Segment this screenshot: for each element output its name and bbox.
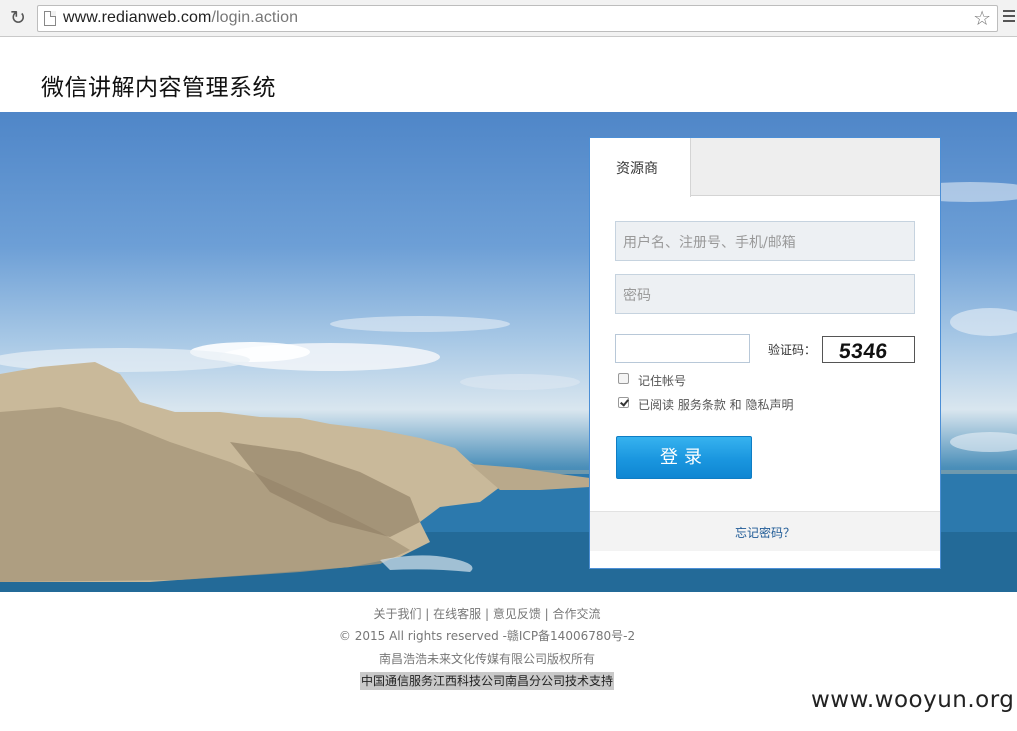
remember-label: 记住帐号 (638, 374, 687, 388)
address-bar[interactable]: www.redianweb.com/login.action ☆ (37, 5, 998, 32)
footer-support: 中国通信服务江西科技公司南昌分公司技术支持 (359, 672, 614, 690)
remember-checkbox[interactable] (618, 373, 629, 384)
page-title: 微信讲解内容管理系统 (41, 75, 276, 101)
url-host: www.redianweb.com (63, 9, 212, 26)
login-button[interactable]: 登录 (616, 436, 752, 479)
footer-links[interactable]: 关于我们 | 在线客服 | 意见反馈 | 合作交流 (0, 605, 974, 622)
tab-supplier[interactable]: 资源商 (590, 138, 691, 197)
agree-checkbox[interactable] (618, 397, 629, 408)
login-panel: 资源商 用户名、注册号、手机/邮箱 密码 验证码： 5346 记住帐号 已阅读 … (589, 137, 941, 569)
captcha-input[interactable] (615, 334, 750, 363)
url-path: /login.action (211, 9, 299, 26)
menu-icon[interactable] (1003, 10, 1015, 24)
browser-toolbar: ↻ www.redianweb.com/login.action ☆ (0, 0, 1017, 37)
reload-icon[interactable]: ↻ (8, 8, 28, 28)
footer-company: 南昌浩浩未来文化传媒有限公司版权所有 (378, 652, 595, 666)
password-input[interactable]: 密码 (615, 274, 915, 314)
captcha-label: 验证码： (768, 343, 817, 357)
username-input[interactable]: 用户名、注册号、手机/邮箱 (615, 221, 915, 261)
forgot-password-link[interactable]: 忘记密码？ (735, 524, 795, 541)
captcha-code: 5346 (837, 340, 889, 363)
footer-copyright: © 2015 All rights reserved -赣ICP备1400678… (338, 629, 636, 643)
captcha-image[interactable]: 5346 (822, 336, 915, 363)
page-icon (44, 11, 56, 26)
login-tab-bar: 资源商 (590, 138, 940, 197)
agree-label[interactable]: 已阅读 服务条款 和 隐私声明 (638, 396, 793, 413)
login-panel-footer: 忘记密码？ (590, 511, 940, 551)
star-icon[interactable]: ☆ (973, 7, 991, 29)
url-text: www.redianweb.com/login.action (63, 9, 298, 27)
watermark: www.wooyun.org (811, 687, 1015, 713)
